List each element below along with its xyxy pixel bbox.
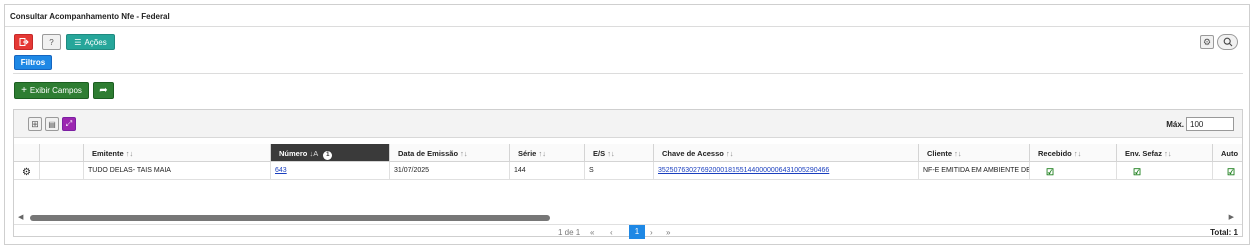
cell-env-sefaz: ☑ — [1117, 162, 1213, 180]
grid-layout-button[interactable]: ⊞ — [28, 117, 42, 131]
exit-button[interactable] — [14, 34, 33, 50]
sort-icon: ↑↓ — [607, 149, 615, 158]
cell-serie: 144 — [510, 162, 585, 180]
header-recebido[interactable]: Recebido ↑↓ — [1030, 144, 1117, 162]
cell-cliente: NF-E EMITIDA EM AMBIENTE DE H — [919, 162, 1030, 180]
grid-toolbar: ⊞ ▤ ⤢ Máx. — [14, 110, 1242, 138]
sort-order-badge: 1 — [323, 151, 333, 160]
help-label: ? — [49, 37, 54, 47]
main-panel: Consultar Acompanhamento Nfe - Federal ?… — [4, 4, 1250, 245]
filters-button[interactable]: Filtros — [14, 55, 52, 70]
divider — [13, 73, 1243, 74]
row-settings-button[interactable]: ⚙ — [14, 162, 40, 180]
pagination: 1 de 1 « ‹ 1 › » Total: 1 — [14, 224, 1242, 239]
header-data-emissao[interactable]: Data de Emissão ↑↓ — [390, 144, 510, 162]
list-icon: ☰ — [74, 37, 82, 47]
header-chave[interactable]: Chave de Acesso ↑↓ — [654, 144, 919, 162]
share-arrow-icon: ➦ — [99, 85, 108, 96]
gear-icon: ⚙ — [1202, 36, 1212, 47]
header-env-sefaz[interactable]: Env. Sefaz ↑↓ — [1117, 144, 1213, 162]
share-button[interactable]: ➦ — [93, 82, 114, 99]
checkmark-icon: ☑ — [1046, 167, 1055, 177]
filters-label: Filtros — [20, 58, 46, 67]
cell-chave: 3525076302769200018155144000000643100529… — [654, 162, 919, 180]
prev-page-button[interactable]: ‹ — [610, 228, 613, 237]
sort-icon: ↑↓ — [460, 149, 468, 158]
last-page-button[interactable]: » — [666, 228, 670, 237]
page-info: 1 de 1 — [558, 228, 581, 237]
chave-link[interactable]: 3525076302769200018155144000000643100529… — [658, 167, 829, 174]
document-icon: ▤ — [48, 119, 56, 129]
cell-auto: ☑ — [1213, 162, 1242, 180]
header-serie[interactable]: Série ↑↓ — [510, 144, 585, 162]
horizontal-scrollbar[interactable]: ◀ ▶ — [16, 214, 1240, 222]
max-input[interactable] — [1186, 117, 1234, 131]
sort-icon: ↑↓ — [125, 149, 134, 158]
next-page-button[interactable]: › — [650, 228, 653, 237]
cell-es: S — [585, 162, 654, 180]
export-button[interactable]: ▤ — [45, 117, 59, 131]
current-page-button[interactable]: 1 — [629, 225, 645, 239]
actions-button[interactable]: ☰ Ações — [66, 34, 115, 50]
cell-emitente: TUDO DELAS- TAIS MAIA — [84, 162, 271, 180]
cell-numero: 643 — [271, 162, 390, 180]
checkmark-icon: ☑ — [1227, 167, 1236, 177]
show-fields-label: Exibir Campos — [29, 86, 82, 95]
sort-icon: ↑↓ — [1164, 149, 1172, 158]
sort-icon: ↑↓ — [538, 149, 546, 158]
header-cliente[interactable]: Cliente ↑↓ — [919, 144, 1030, 162]
header-settings-col — [14, 144, 40, 162]
scroll-left-icon[interactable]: ◀ — [18, 213, 23, 221]
header-numero[interactable]: Número ↓A 1 — [271, 144, 390, 162]
first-page-button[interactable]: « — [590, 228, 594, 237]
gear-icon: ⚙ — [22, 167, 31, 178]
cell-data-emissao: 31/07/2025 — [390, 162, 510, 180]
page-title: Consultar Acompanhamento Nfe - Federal — [5, 5, 1249, 27]
checkmark-icon: ☑ — [1133, 167, 1142, 177]
sort-icon: ↑↓ — [1073, 149, 1082, 158]
show-fields-button[interactable]: + Exibir Campos — [14, 82, 89, 99]
cell-recebido: ☑ — [1030, 162, 1117, 180]
plus-icon: + — [21, 85, 27, 96]
max-label: Máx. — [1166, 120, 1184, 129]
total-count: Total: 1 — [1210, 228, 1238, 237]
header-es[interactable]: E/S ↑↓ — [585, 144, 654, 162]
actions-label: Ações — [84, 37, 107, 47]
scroll-right-icon[interactable]: ▶ — [1229, 213, 1234, 221]
sort-desc-icon: ↓A — [309, 149, 319, 158]
header-auto[interactable]: Auto — [1213, 144, 1242, 162]
scrollbar-thumb[interactable] — [30, 215, 550, 221]
settings-button[interactable]: ⚙ — [1200, 35, 1214, 49]
expand-button[interactable]: ⤢ — [62, 117, 76, 131]
row-select-cell[interactable] — [40, 162, 84, 180]
search-button[interactable] — [1217, 34, 1238, 50]
sort-icon: ↑↓ — [954, 149, 962, 158]
numero-link[interactable]: 643 — [275, 167, 287, 174]
header-select-col — [40, 144, 84, 162]
sort-icon: ↑↓ — [725, 149, 734, 158]
grid-icon: ⊞ — [31, 118, 39, 129]
header-emitente[interactable]: Emitente ↑↓ — [84, 144, 271, 162]
help-button[interactable]: ? — [42, 34, 61, 50]
search-icon — [1223, 37, 1232, 47]
data-grid: ⊞ ▤ ⤢ Máx. Emitente ↑↓ Número ↓A 1 Data … — [13, 109, 1243, 239]
expand-icon: ⤢ — [65, 119, 73, 128]
exit-icon — [19, 38, 29, 46]
